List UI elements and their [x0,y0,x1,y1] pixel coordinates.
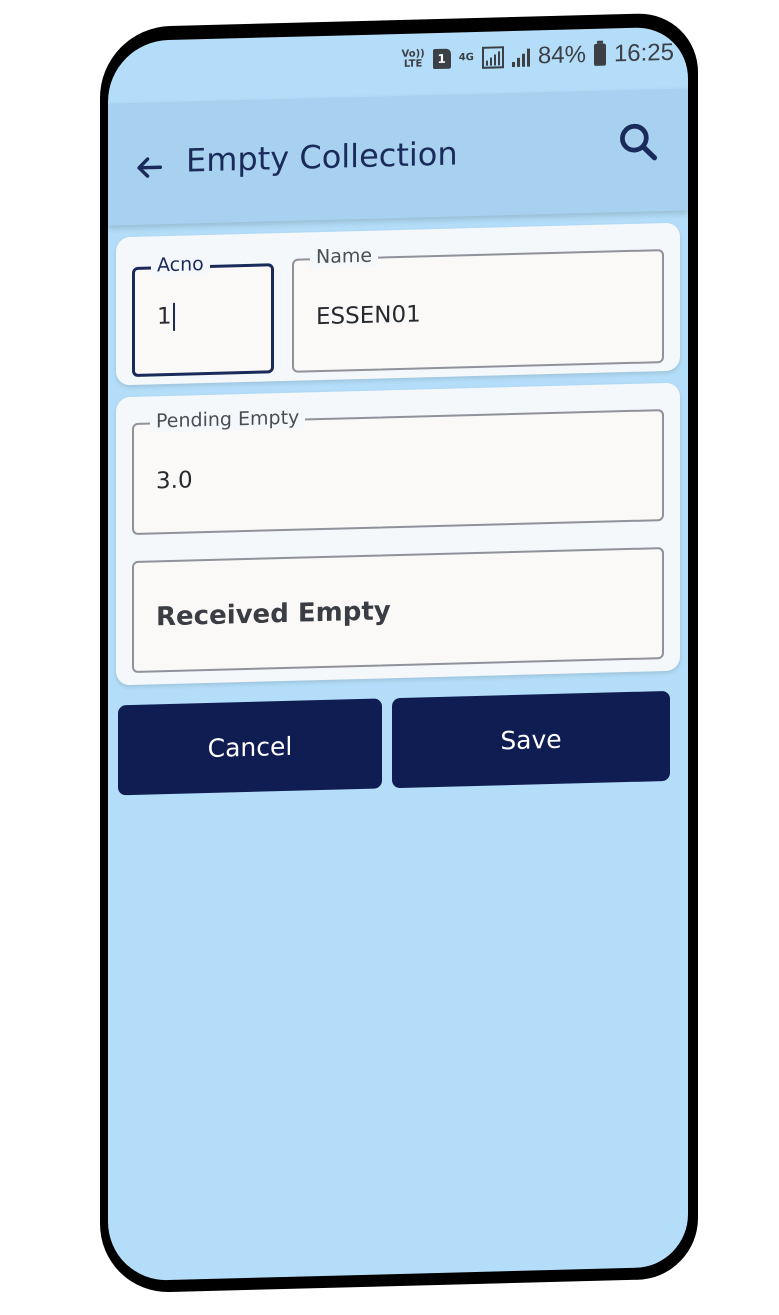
name-value: ESSEN01 [316,301,421,331]
signal-boxed-icon [481,46,504,69]
app-screen: Vo)) LTE 1 4G 84% 16:25 Empty Collection… [108,26,688,1282]
page-title: Empty Collection [186,134,458,180]
pending-empty-label: Pending Empty [150,406,306,433]
pending-empty-field[interactable]: Pending Empty 3.0 [132,406,664,535]
status-bar: Vo)) LTE 1 4G 84% 16:25 [402,31,674,82]
stage: Vo)) LTE 1 4G 84% 16:25 Empty Collection… [0,0,779,1315]
name-label: Name [310,244,379,269]
phone-frame: Vo)) LTE 1 4G 84% 16:25 Empty Collection… [100,12,698,1294]
pending-empty-value: 3.0 [156,467,193,495]
volte-bottom-label: LTE [403,58,423,70]
received-empty-placeholder: Received Empty [156,596,391,633]
volte-indicator: Vo)) LTE [402,48,425,70]
received-empty-field[interactable]: Received Empty [132,547,664,673]
name-field[interactable]: Name ESSEN01 [292,244,664,373]
cancel-button[interactable]: Cancel [118,698,382,796]
account-card: Acno 1 Name ESSEN01 [116,222,680,386]
empty-card: Pending Empty 3.0 Received Empty [116,382,680,686]
app-bar: Empty Collection [108,88,688,226]
clock: 16:25 [613,38,674,68]
network-type: 4G [458,52,474,64]
battery-percent: 84% [537,41,586,70]
save-button[interactable]: Save [392,690,670,789]
sim-icon: 1 [432,48,451,70]
acno-value: 1 [157,303,172,330]
text-caret [172,302,175,331]
signal-icon [511,47,530,68]
search-icon[interactable] [616,119,660,164]
acno-value-wrap: 1 [157,302,175,331]
battery-icon [593,43,606,66]
arrow-left-icon[interactable] [132,150,166,185]
acno-field[interactable]: Acno 1 [132,252,274,377]
acno-label: Acno [151,252,210,277]
